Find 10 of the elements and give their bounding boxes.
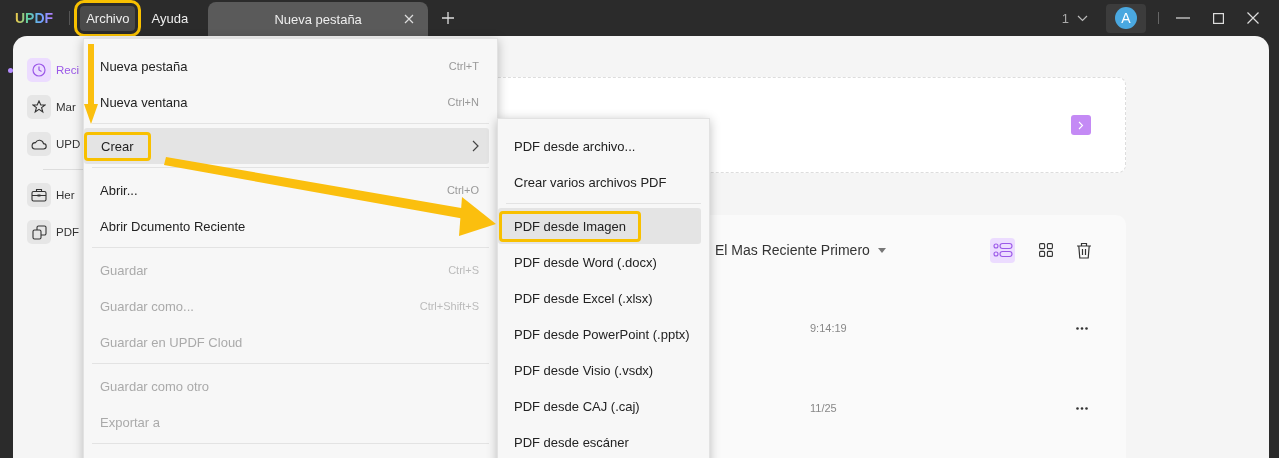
shortcut-label: Ctrl+Shift+S [419, 300, 479, 312]
tab-title: Nueva pestaña [274, 11, 362, 27]
shortcut-label: Ctrl+O [446, 184, 479, 196]
page-count: 1 [1061, 10, 1069, 26]
shortcut-label: Ctrl+T [448, 60, 479, 72]
shortcut-label: Ctrl+N [447, 96, 479, 108]
shortcut-label: Ctrl+S [448, 264, 479, 276]
app-logo: UPDF [15, 10, 54, 26]
file-date: 11/25 [810, 402, 838, 414]
file-date: 9:14:19 [810, 322, 848, 334]
